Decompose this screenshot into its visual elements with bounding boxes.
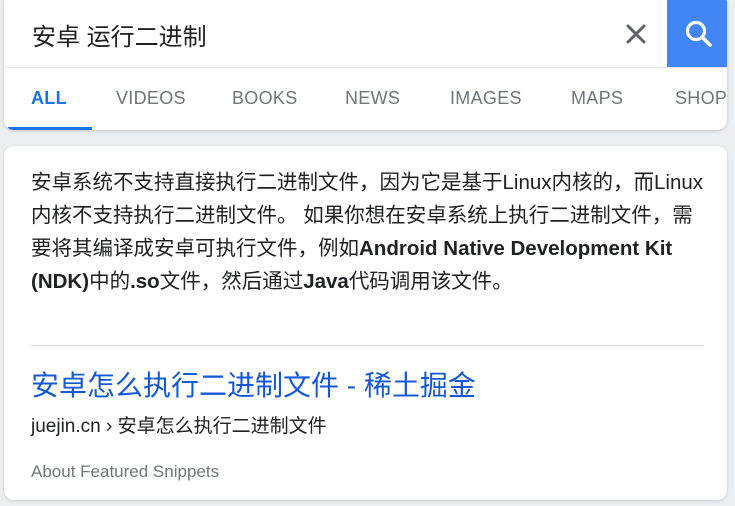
result-url: juejin.cn › 安卓怎么执行二进制文件 — [31, 411, 327, 438]
search-header-card: 安卓 运行二进制 ALL VIDEOS BOOKS NEWS IMAGES MA… — [4, 0, 727, 130]
snippet-text-part: 中的 — [89, 270, 131, 293]
search-icon — [685, 20, 712, 47]
tab-images[interactable]: IMAGES — [450, 88, 522, 109]
active-tab-indicator — [8, 127, 92, 130]
snippet-text: 安卓系统不支持直接执行二进制文件，因为它是基于Linux内核的，而Linux内核… — [31, 166, 711, 298]
close-icon — [626, 24, 646, 44]
search-input[interactable]: 安卓 运行二进制 — [32, 17, 207, 52]
tab-maps[interactable]: MAPS — [571, 88, 623, 109]
about-featured-snippets-link[interactable]: About Featured Snippets — [31, 462, 219, 482]
search-button[interactable] — [667, 0, 727, 67]
result-domain: juejin.cn — [31, 416, 101, 437]
search-bar: 安卓 运行二进制 — [4, 0, 727, 68]
search-results-page: 安卓 运行二进制 ALL VIDEOS BOOKS NEWS IMAGES MA… — [0, 0, 735, 506]
result-title-link[interactable]: 安卓怎么执行二进制文件 - 稀土掘金 — [31, 364, 476, 404]
snippet-bold-text: .so — [130, 270, 160, 293]
result-path: 安卓怎么执行二进制文件 — [117, 416, 327, 437]
tab-shopping[interactable]: SHOPI — [675, 88, 727, 109]
snippet-divider — [31, 345, 704, 346]
breadcrumb-separator: › — [106, 416, 113, 437]
snippet-text-part: 代码调用该文件。 — [348, 270, 513, 293]
tab-books[interactable]: BOOKS — [232, 88, 298, 109]
featured-snippet-card: 安卓系统不支持直接执行二进制文件，因为它是基于Linux内核的，而Linux内核… — [4, 146, 727, 500]
search-tabs: ALL VIDEOS BOOKS NEWS IMAGES MAPS SHOPI — [4, 68, 727, 130]
snippet-bold-text: Java — [303, 270, 349, 293]
tab-news[interactable]: NEWS — [345, 88, 400, 109]
tab-videos[interactable]: VIDEOS — [116, 88, 186, 109]
clear-button[interactable] — [616, 14, 656, 54]
snippet-text-part: 文件，然后通过 — [159, 270, 304, 293]
tab-all[interactable]: ALL — [31, 88, 67, 109]
